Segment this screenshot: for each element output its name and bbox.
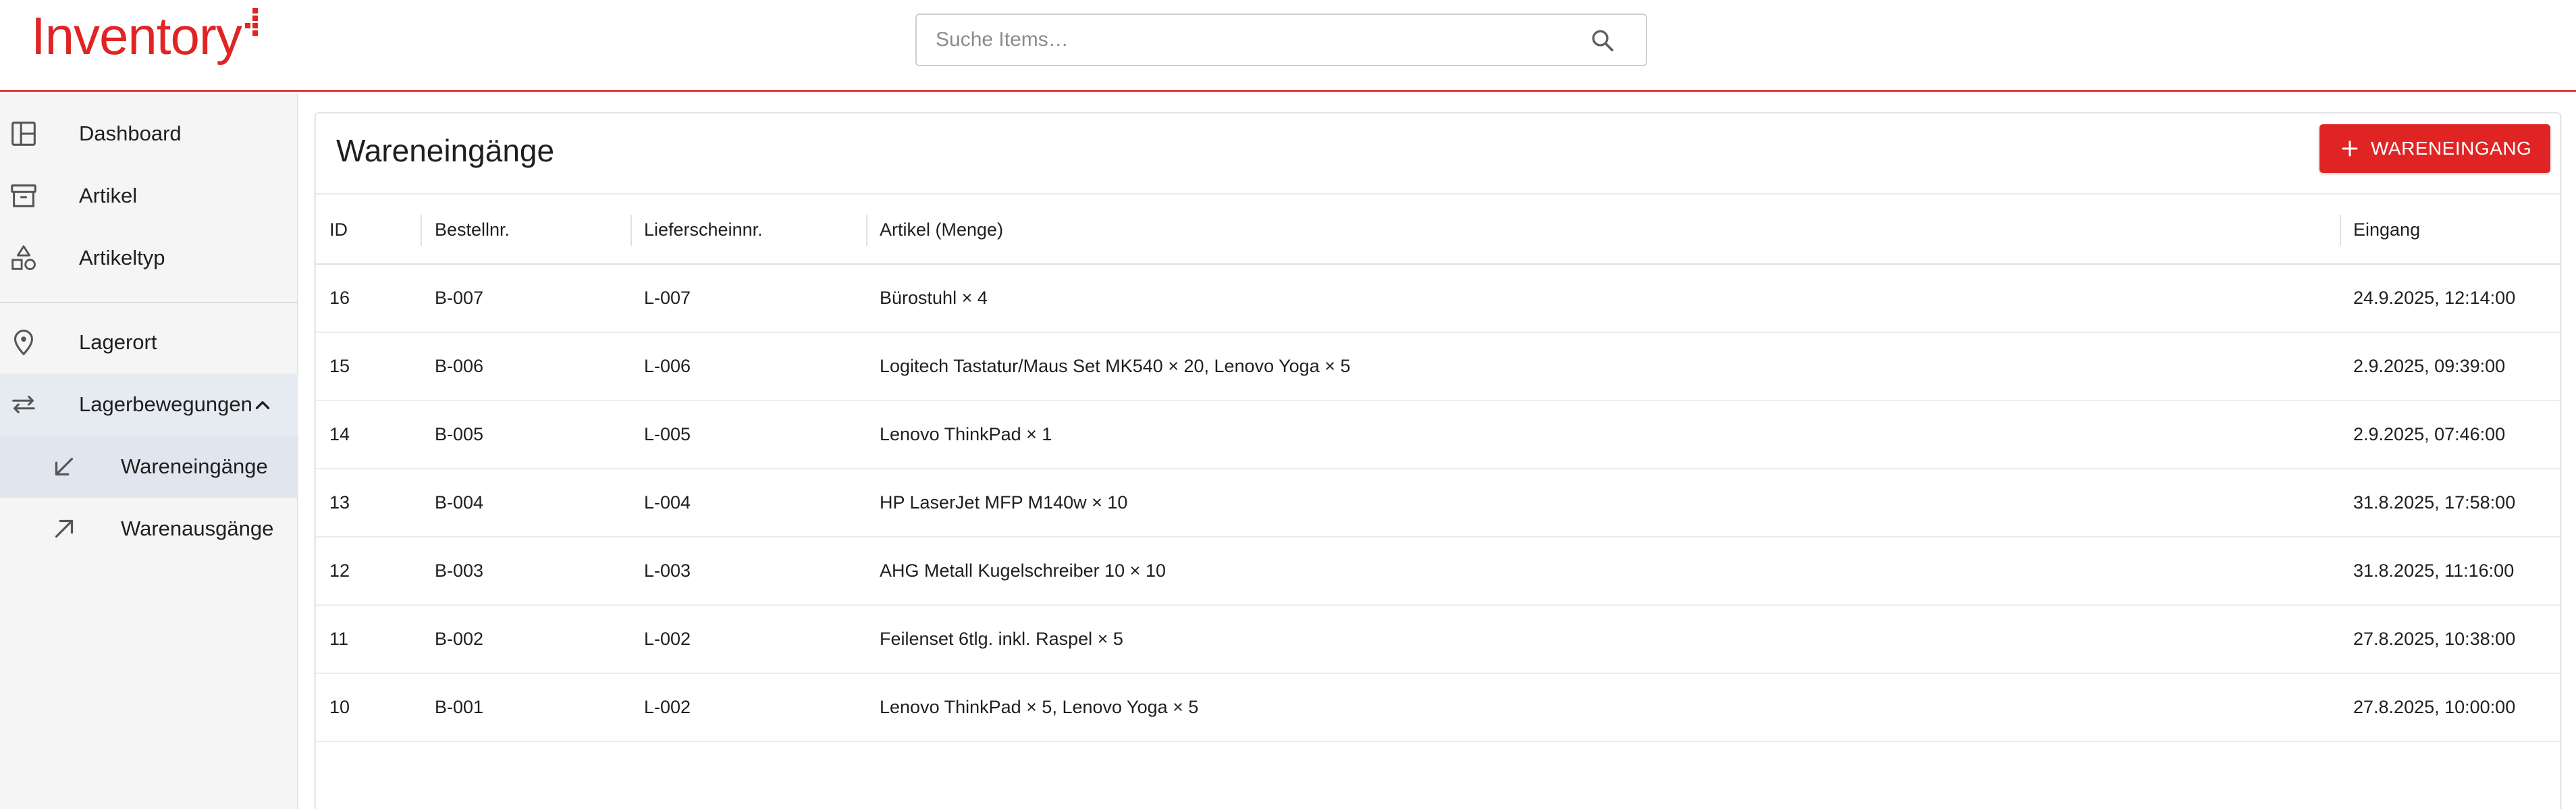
cell-eingang: 27.8.2025, 10:00:00 bbox=[2353, 697, 2516, 717]
add-button-label: WARENEINGANG bbox=[2371, 138, 2532, 159]
page-title: Wareneingänge bbox=[336, 133, 555, 168]
search-box bbox=[915, 14, 1647, 66]
sidebar-item-label: Artikel bbox=[79, 184, 138, 207]
cell-artikel: HP LaserJet MFP M140w × 10 bbox=[880, 492, 1128, 513]
cell-eingang: 2.9.2025, 07:46:00 bbox=[2353, 424, 2506, 444]
arrow-down-left-icon bbox=[55, 457, 74, 476]
search-input[interactable] bbox=[934, 15, 1542, 65]
sidebar-item-dashboard[interactable]: Dashboard bbox=[0, 103, 298, 165]
search-icon[interactable] bbox=[1589, 27, 1616, 54]
table-row[interactable]: 14 B-005 L-005 Lenovo ThinkPad × 1 2.9.2… bbox=[316, 401, 2560, 469]
table-row[interactable]: 16 B-007 L-007 Bürostuhl × 4 24.9.2025, … bbox=[316, 265, 2560, 333]
cell-id: 16 bbox=[329, 288, 350, 308]
cell-id: 10 bbox=[329, 697, 350, 717]
sidebar-item-label: Lagerort bbox=[79, 330, 157, 354]
swap-arrows-icon bbox=[12, 395, 35, 414]
column-header-id[interactable]: ID bbox=[329, 194, 348, 265]
app-logo[interactable]: Inventory bbox=[31, 9, 242, 62]
cell-id: 12 bbox=[329, 560, 350, 581]
cell-lieferscheinnr: L-005 bbox=[644, 424, 691, 444]
sidebar-item-warenausgaenge[interactable]: Warenausgänge bbox=[0, 498, 298, 560]
cell-eingang: 27.8.2025, 10:38:00 bbox=[2353, 629, 2516, 649]
sidebar-item-label: Wareneingänge bbox=[121, 454, 268, 478]
cell-id: 14 bbox=[329, 424, 350, 444]
column-separator[interactable] bbox=[866, 215, 867, 246]
sidebar-item-label: Warenausgänge bbox=[121, 517, 274, 540]
sidebar-item-artikeltyp[interactable]: Artikeltyp bbox=[0, 227, 298, 289]
cell-artikel: Bürostuhl × 4 bbox=[880, 288, 988, 308]
cell-artikel: Lenovo ThinkPad × 5, Lenovo Yoga × 5 bbox=[880, 697, 1199, 717]
sidebar: Dashboard Artikel Artikeltyp Lagerort La… bbox=[0, 94, 298, 809]
cell-artikel: Lenovo ThinkPad × 1 bbox=[880, 424, 1052, 444]
column-header-artikel[interactable]: Artikel (Menge) bbox=[880, 194, 1003, 265]
add-wareneingang-button[interactable]: WARENEINGANG bbox=[2319, 124, 2550, 173]
column-separator[interactable] bbox=[2340, 215, 2341, 246]
sidebar-item-label: Artikeltyp bbox=[79, 246, 165, 269]
data-table: ID Bestellnr. Lieferscheinnr. Artikel (M… bbox=[316, 193, 2560, 742]
column-separator[interactable] bbox=[421, 215, 422, 246]
cell-eingang: 31.8.2025, 17:58:00 bbox=[2353, 492, 2516, 513]
table-row[interactable]: 11 B-002 L-002 Feilenset 6tlg. inkl. Ras… bbox=[316, 606, 2560, 674]
table-row[interactable]: 15 B-006 L-006 Logitech Tastatur/Maus Se… bbox=[316, 333, 2560, 401]
cell-artikel: Logitech Tastatur/Maus Set MK540 × 20, L… bbox=[880, 356, 1351, 376]
sidebar-divider bbox=[0, 302, 298, 303]
cell-eingang: 24.9.2025, 12:14:00 bbox=[2353, 288, 2516, 308]
sidebar-item-label: Dashboard bbox=[79, 122, 182, 145]
cell-id: 13 bbox=[329, 492, 350, 513]
table-row[interactable]: 10 B-001 L-002 Lenovo ThinkPad × 5, Leno… bbox=[316, 674, 2560, 742]
cell-lieferscheinnr: L-002 bbox=[644, 629, 691, 649]
sidebar-item-wareneingaenge[interactable]: Wareneingänge bbox=[0, 436, 298, 498]
column-header-bestellnr[interactable]: Bestellnr. bbox=[435, 194, 510, 265]
column-header-eingang[interactable]: Eingang bbox=[2353, 194, 2420, 265]
cell-bestellnr: B-003 bbox=[435, 560, 484, 581]
table-row[interactable]: 13 B-004 L-004 HP LaserJet MFP M140w × 1… bbox=[316, 469, 2560, 538]
sidebar-item-lagerort[interactable]: Lagerort bbox=[0, 311, 298, 373]
cell-bestellnr: B-004 bbox=[435, 492, 484, 513]
cell-lieferscheinnr: L-004 bbox=[644, 492, 691, 513]
cell-bestellnr: B-005 bbox=[435, 424, 484, 444]
archive-box-icon bbox=[11, 184, 36, 207]
sidebar-item-label: Lagerbewegungen bbox=[79, 392, 252, 416]
chevron-up-icon[interactable] bbox=[251, 394, 274, 417]
shapes-icon bbox=[11, 245, 36, 270]
cell-id: 15 bbox=[329, 356, 350, 376]
column-header-lieferscheinnr[interactable]: Lieferscheinnr. bbox=[644, 194, 763, 265]
cell-artikel: AHG Metall Kugelschreiber 10 × 10 bbox=[880, 560, 1166, 581]
cell-bestellnr: B-007 bbox=[435, 288, 484, 308]
top-app-bar: Inventory bbox=[0, 0, 2576, 92]
cell-bestellnr: B-006 bbox=[435, 356, 484, 376]
logo-dots-icon bbox=[239, 8, 259, 36]
column-separator[interactable] bbox=[630, 215, 632, 246]
cell-bestellnr: B-001 bbox=[435, 697, 484, 717]
dashboard-icon bbox=[11, 122, 36, 146]
cell-eingang: 31.8.2025, 11:16:00 bbox=[2353, 560, 2515, 581]
cell-lieferscheinnr: L-002 bbox=[644, 697, 691, 717]
table-row[interactable]: 12 B-003 L-003 AHG Metall Kugelschreiber… bbox=[316, 538, 2560, 606]
cell-bestellnr: B-002 bbox=[435, 629, 484, 649]
cell-artikel: Feilenset 6tlg. inkl. Raspel × 5 bbox=[880, 629, 1123, 649]
sidebar-item-artikel[interactable]: Artikel bbox=[0, 165, 298, 227]
sidebar-item-lagerbewegungen[interactable]: Lagerbewegungen bbox=[0, 373, 298, 436]
location-pin-icon bbox=[14, 330, 33, 356]
cell-lieferscheinnr: L-006 bbox=[644, 356, 691, 376]
plus-icon bbox=[2342, 140, 2358, 157]
cell-eingang: 2.9.2025, 09:39:00 bbox=[2353, 356, 2506, 376]
cell-id: 11 bbox=[329, 629, 349, 649]
cell-lieferscheinnr: L-007 bbox=[644, 288, 691, 308]
arrow-up-right-icon bbox=[55, 519, 74, 538]
cell-lieferscheinnr: L-003 bbox=[644, 560, 691, 581]
main-card: Wareneingänge WARENEINGANG ID Bestellnr.… bbox=[315, 112, 2561, 809]
table-header-row: ID Bestellnr. Lieferscheinnr. Artikel (M… bbox=[316, 193, 2560, 265]
